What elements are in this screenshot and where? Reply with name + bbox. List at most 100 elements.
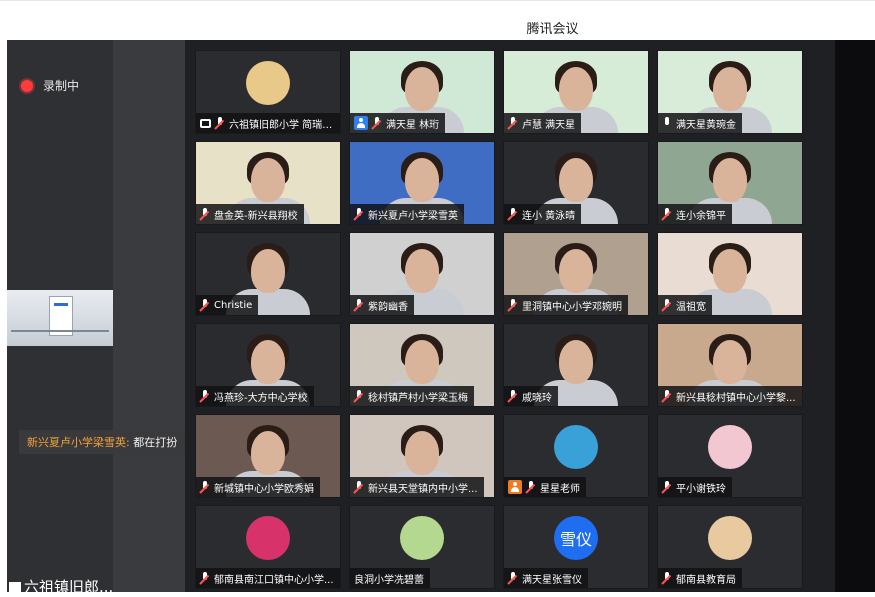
participant-tile[interactable]: 新兴夏卢小学梁雪英: [349, 141, 495, 225]
microphone-muted-icon: [215, 117, 225, 129]
current-user-name: 六祖镇旧郎...: [24, 578, 114, 596]
participant-tile[interactable]: 紫韵幽香: [349, 232, 495, 316]
microphone-muted-icon: [508, 208, 518, 220]
microphone-muted-icon: [662, 390, 672, 402]
participant-label: 盘金英-新兴县翔校: [196, 204, 304, 224]
participant-name: 新兴夏卢小学梁雪英: [368, 210, 458, 222]
participant-tile[interactable]: Christie: [195, 232, 341, 316]
participant-label: 戚晓玲: [504, 386, 558, 406]
recording-indicator[interactable]: 录制中: [21, 77, 79, 94]
recording-label: 录制中: [43, 79, 80, 93]
participant-label: 紫韵幽香: [350, 295, 414, 315]
chat-bubble: 新兴夏卢小学梁雪英: 都在打扮: [19, 430, 186, 454]
participant-label: 满天星张雪仪: [504, 568, 588, 588]
participant-label: 新城镇中心小学欧秀娟: [196, 477, 320, 497]
participant-name: 冯燕珍-大方中心学校: [214, 392, 308, 404]
person-face: [713, 158, 747, 202]
participant-tile[interactable]: 平小谢铁玲: [657, 414, 803, 498]
participant-tile[interactable]: 雪仪 满天星张雪仪: [503, 505, 649, 589]
person-face: [405, 431, 439, 475]
screen-share-icon: [9, 581, 21, 592]
participant-name: 平小谢铁玲: [676, 483, 726, 495]
shared-desk-line: [11, 330, 109, 332]
participant-label: 六祖镇旧郎小学 简瑞文的...: [196, 113, 340, 133]
participant-tile[interactable]: 新兴县稔村镇中心小学黎...: [657, 323, 803, 407]
person-face: [559, 340, 593, 384]
user-icon: [354, 116, 368, 130]
participant-label: 新兴县稔村镇中心小学黎...: [658, 386, 802, 406]
avatar: [708, 516, 752, 560]
participant-label: 温祖宽: [658, 295, 712, 315]
person-face: [405, 340, 439, 384]
person-face: [251, 431, 285, 475]
screen-share-icon: [200, 118, 211, 128]
title-bar: 腾讯会议: [0, 0, 875, 40]
participant-name: 满天星黄琬金: [676, 119, 736, 131]
participant-tile[interactable]: 盘金英-新兴县翔校: [195, 141, 341, 225]
person-face: [405, 158, 439, 202]
microphone-muted-icon: [354, 208, 364, 220]
participant-name: 连小余锦平: [676, 210, 726, 222]
participant-tile[interactable]: 温祖宽: [657, 232, 803, 316]
participant-name: 郁南县南江口镇中心小学...: [214, 574, 334, 586]
participant-name: 紫韵幽香: [368, 301, 408, 313]
participant-tile[interactable]: 满天星 林珩: [349, 50, 495, 134]
participant-name: 新兴县天堂镇内中小学...: [368, 483, 478, 495]
participant-tile[interactable]: 满天星黄琬金: [657, 50, 803, 134]
person-face: [559, 67, 593, 111]
microphone-muted-icon: [662, 208, 672, 220]
microphone-muted-icon: [200, 390, 210, 402]
participant-name: 卢慧 满天星: [522, 119, 576, 131]
microphone-muted-icon: [508, 572, 518, 584]
participant-tile[interactable]: 冯燕珍-大方中心学校: [195, 323, 341, 407]
participant-name: 良洞小学冼碧蕾: [354, 574, 424, 586]
person-face: [559, 158, 593, 202]
participant-name: Christie: [214, 299, 253, 311]
participant-tile[interactable]: 六祖镇旧郎小学 简瑞文的...: [195, 50, 341, 134]
screen-share-thumbnail[interactable]: [7, 290, 113, 346]
participant-name: 星星老师: [540, 483, 580, 495]
participant-label: 郁南县南江口镇中心小学...: [196, 568, 340, 588]
participant-label: 连小余锦平: [658, 204, 732, 224]
participant-tile[interactable]: 连小 黄泳晴: [503, 141, 649, 225]
participant-tile[interactable]: 连小余锦平: [657, 141, 803, 225]
participant-tile[interactable]: 新城镇中心小学欧秀娟: [195, 414, 341, 498]
participant-label: 星星老师: [504, 477, 586, 497]
microphone-muted-icon: [526, 481, 536, 493]
microphone-muted-icon: [354, 299, 364, 311]
participant-label: 连小 黄泳晴: [504, 204, 582, 224]
avatar: [246, 516, 290, 560]
avatar: [708, 425, 752, 469]
user-icon: [508, 480, 522, 494]
participant-tile[interactable]: 郁南县南江口镇中心小学...: [195, 505, 341, 589]
participant-label: Christie: [196, 295, 259, 315]
participant-label: 满天星 林珩: [350, 113, 446, 133]
participant-name: 戚晓玲: [522, 392, 552, 404]
participant-label: 稔村镇芦村小学梁玉梅: [350, 386, 474, 406]
participant-tile[interactable]: 里洞镇中心小学邓婉明: [503, 232, 649, 316]
participant-label: 里洞镇中心小学邓婉明: [504, 295, 628, 315]
meeting-window: 录制中 新兴夏卢小学梁雪英: 都在打扮 六祖镇旧郎... 六祖镇旧郎小学 简瑞文…: [7, 40, 875, 596]
avatar: [246, 61, 290, 105]
chat-sender: 新兴夏卢小学梁雪英:: [27, 436, 130, 449]
person-face: [713, 340, 747, 384]
avatar: [400, 516, 444, 560]
participant-label: 平小谢铁玲: [658, 477, 732, 497]
participant-tile[interactable]: 星星老师: [503, 414, 649, 498]
person-face: [251, 340, 285, 384]
participant-name: 郁南县教育局: [676, 574, 736, 586]
participant-tile[interactable]: 郁南县教育局: [657, 505, 803, 589]
participant-name: 满天星 林珩: [386, 119, 440, 131]
participant-tile[interactable]: 新兴县天堂镇内中小学...: [349, 414, 495, 498]
participant-tile[interactable]: 稔村镇芦村小学梁玉梅: [349, 323, 495, 407]
participant-label: 新兴夏卢小学梁雪英: [350, 204, 464, 224]
window-title: 腾讯会议: [526, 22, 579, 37]
microphone-muted-icon: [508, 299, 518, 311]
participant-tile[interactable]: 戚晓玲: [503, 323, 649, 407]
right-panel: [835, 40, 875, 592]
record-dot-icon: [21, 79, 33, 92]
participant-tile[interactable]: 良洞小学冼碧蕾: [349, 505, 495, 589]
person-face: [405, 67, 439, 111]
microphone-muted-icon: [372, 117, 382, 129]
participant-tile[interactable]: 卢慧 满天星: [503, 50, 649, 134]
